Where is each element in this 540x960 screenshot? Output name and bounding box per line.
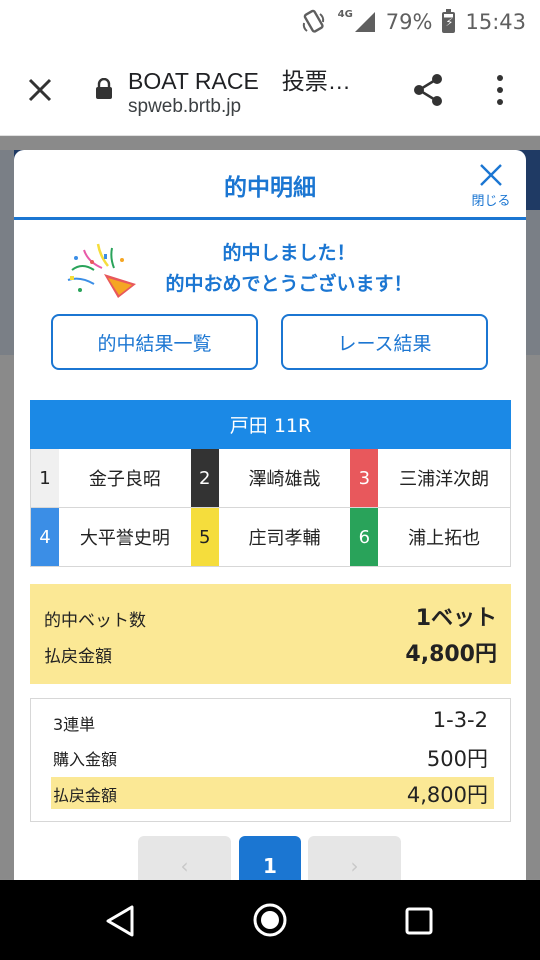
modal-header: 的中明細 閉じる [14,150,526,220]
purchase-label: 購入金額 [53,750,118,769]
back-icon[interactable] [104,904,136,942]
hit-bets-label: 的中ベット数 [44,611,146,631]
boat-number: 4 [31,508,59,566]
party-popper-icon [67,243,136,298]
payout-summary: 的中ベット数 1ベット 払戻金額 4,800円 [30,584,511,684]
racer-row: 1 金子良昭 2 澤崎雄哉 3 三浦洋次朗 [31,449,510,508]
congrats-banner: 的中しました！ 的中おめでとうございます！ [14,234,526,304]
race-results-button[interactable]: レース結果 [281,314,488,370]
system-nav-bar [0,880,540,960]
signal-icon: 4G [337,8,376,33]
vibrate-icon [300,9,328,35]
boat-number: 3 [350,449,379,507]
lock-icon[interactable] [94,77,114,100]
network-type: 4G [337,8,353,20]
boat-number: 6 [350,508,379,566]
racer-row: 4 大平誉史明 5 庄司孝輔 6 浦上拓也 [31,508,510,567]
racer-name: 浦上拓也 [408,528,481,549]
racer-cell: 5 庄司孝輔 [190,508,351,566]
racer-cell: 4 大平誉史明 [31,508,191,566]
bet-detail: 3連単 1-3-2 購入金額 500円 払戻金額 4,800円 [30,698,511,822]
race-header: 戸田 11R [30,400,511,449]
battery-percent: 79% [385,10,433,34]
bet-combination: 1-3-2 [432,708,488,732]
status-bar: 4G 79% ⚡ 15:43 [0,0,540,44]
congrats-line-1: 的中しました！ [222,242,356,264]
racer-cell: 1 金子良昭 [31,449,191,507]
detail-payout-label: 払戻金額 [53,786,118,805]
page-title[interactable]: BOAT RACE 投票… [128,62,378,96]
browser-toolbar: BOAT RACE 投票… spweb.brtb.jp [0,44,540,136]
modal-title: 的中明細 [224,175,316,201]
payout-value: 4,800円 [405,642,497,667]
congrats-line-2: 的中おめでとうございます！ [165,273,413,295]
racer-table: 1 金子良昭 2 澤崎雄哉 3 三浦洋次朗 4 大平誉史明 5 庄司孝輔 6 浦… [30,449,511,567]
racer-cell: 3 三浦洋次朗 [350,449,510,507]
racer-name: 庄司孝輔 [248,528,321,549]
racer-cell: 6 浦上拓也 [350,508,510,566]
boat-number: 1 [31,449,59,507]
close-tab-icon[interactable] [22,72,58,108]
hit-detail-modal: 的中明細 閉じる 的中しました！ 的中おめでとうございます！ 的中結果一覧 レー… [14,150,526,890]
detail-payout-value: 4,800円 [406,783,488,807]
racer-name: 大平誉史明 [79,528,170,549]
racer-name: 澤崎雄哉 [248,469,321,490]
battery-charging-icon: ⚡ [442,8,456,33]
boat-number: 2 [190,449,219,507]
racer-name: 金子良昭 [88,469,161,490]
more-menu-icon[interactable] [488,70,512,110]
hit-bets-value: 1ベット [415,606,497,631]
boat-number: 5 [190,508,219,566]
hit-results-list-button[interactable]: 的中結果一覧 [51,314,258,370]
bet-type: 3連単 [53,715,96,734]
recent-apps-icon[interactable] [404,906,434,940]
clock: 15:43 [465,10,526,34]
racer-cell: 2 澤崎雄哉 [190,449,351,507]
payout-label: 払戻金額 [44,647,112,667]
home-icon[interactable] [252,902,288,942]
modal-close-button[interactable]: 閉じる [466,162,516,212]
purchase-value: 500円 [426,747,488,771]
share-icon[interactable] [410,70,446,110]
close-label: 閉じる [471,194,511,209]
close-icon [480,164,502,186]
racer-name: 三浦洋次朗 [399,469,490,490]
page-url[interactable]: spweb.brtb.jp [128,96,241,118]
